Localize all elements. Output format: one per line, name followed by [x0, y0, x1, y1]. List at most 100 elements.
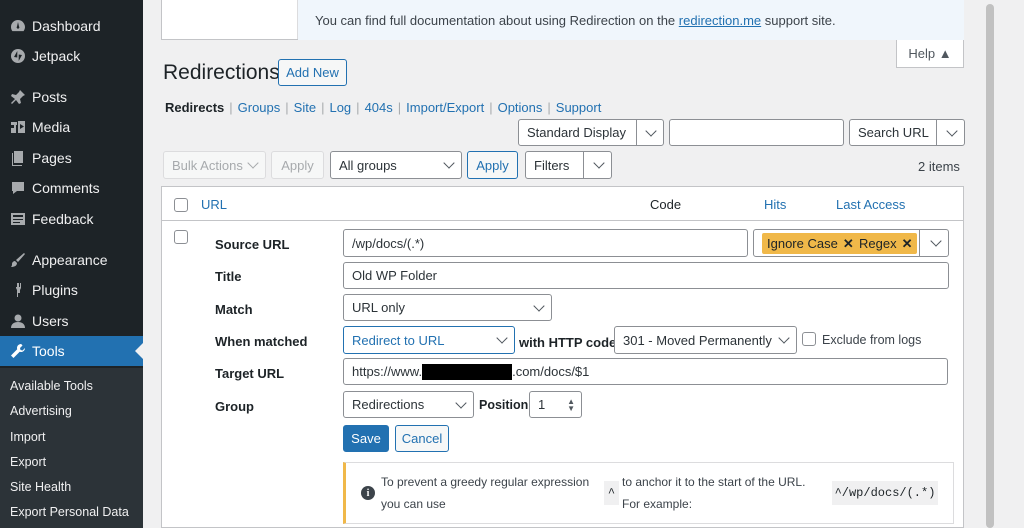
- subnav-support[interactable]: Support: [556, 100, 602, 115]
- match-select-value: URL only: [352, 300, 405, 315]
- active-indicator: [135, 343, 143, 359]
- bulk-actions-select[interactable]: Bulk Actions: [163, 151, 266, 179]
- add-new-button[interactable]: Add New: [278, 59, 347, 86]
- sidebar-item-label: Pages: [32, 150, 72, 166]
- row-checkbox[interactable]: [174, 230, 188, 244]
- groups-select[interactable]: All groups: [330, 151, 462, 179]
- submenu-available-tools[interactable]: Available Tools: [10, 379, 93, 393]
- submenu-export[interactable]: Export: [10, 455, 46, 469]
- column-hits[interactable]: Hits: [764, 197, 786, 212]
- chevron-down-icon: [533, 299, 545, 312]
- chevron-down-icon: [247, 157, 259, 169]
- title-label: Title: [215, 269, 242, 284]
- target-url-label: Target URL: [215, 366, 285, 381]
- sidebar-item-media[interactable]: Media: [0, 112, 143, 142]
- sidebar-item-label: Plugins: [32, 282, 78, 298]
- sidebar-item-dashboard[interactable]: Dashboard: [0, 11, 143, 41]
- source-flags-select[interactable]: Ignore Case ✕ Regex ✕: [753, 229, 949, 257]
- match-select[interactable]: URL only: [343, 294, 552, 321]
- stepper-icon[interactable]: ▲ ▼: [567, 398, 575, 413]
- redirection-me-link[interactable]: redirection.me: [679, 13, 761, 28]
- tip-text-part2: to anchor it to the start of the URL. Fo…: [622, 471, 805, 515]
- cancel-button[interactable]: Cancel: [395, 425, 449, 452]
- notice-logo-area: [162, 0, 298, 39]
- notice-prefix: You can find full documentation about us…: [315, 13, 679, 28]
- submenu-import[interactable]: Import: [10, 430, 45, 444]
- sidebar-item-plugins[interactable]: Plugins: [0, 275, 143, 305]
- submenu-export-personal-data[interactable]: Export Personal Data: [10, 505, 129, 519]
- tools-submenu: Available Tools Advertising Import Expor…: [0, 368, 143, 528]
- target-url-input[interactable]: https://www. .com/docs/$1: [343, 358, 948, 385]
- subnav-groups[interactable]: Groups: [238, 100, 281, 115]
- when-matched-select[interactable]: Redirect to URL: [343, 326, 515, 354]
- http-code-select[interactable]: 301 - Moved Permanently: [614, 326, 797, 354]
- redacted-domain: [422, 363, 513, 380]
- comment-icon: [8, 180, 28, 196]
- submenu-advertising[interactable]: Advertising: [10, 404, 72, 418]
- tip-line: For example:: [622, 497, 693, 511]
- search-input[interactable]: [669, 119, 844, 146]
- page-title: Redirections: [163, 61, 280, 84]
- sidebar-item-comments[interactable]: Comments: [0, 173, 143, 203]
- chevron-down-icon: [946, 124, 958, 137]
- search-url-button[interactable]: Search URL: [849, 119, 965, 146]
- jetpack-icon: [8, 48, 28, 64]
- tag-regex: Regex ✕: [854, 233, 918, 254]
- info-icon: i: [361, 486, 375, 500]
- regex-tip-box: i To prevent a greedy regular expression…: [343, 462, 954, 524]
- http-code-value: 301 - Moved Permanently: [623, 332, 772, 348]
- position-input[interactable]: 1 ▲ ▼: [529, 391, 582, 418]
- target-url-prefix: https://www.: [352, 364, 423, 379]
- pages-icon: [8, 150, 28, 166]
- sidebar-item-feedback[interactable]: Feedback: [0, 204, 143, 234]
- sidebar-item-label: Appearance: [32, 252, 108, 268]
- column-last-access[interactable]: Last Access: [836, 197, 905, 212]
- filters-select[interactable]: Filters: [525, 151, 612, 179]
- sidebar-item-label: Tools: [32, 343, 65, 359]
- filter-apply-button[interactable]: Apply: [467, 151, 518, 179]
- wrench-icon: [8, 343, 28, 359]
- sidebar-item-jetpack[interactable]: Jetpack: [0, 41, 143, 71]
- select-all-checkbox[interactable]: [174, 198, 188, 212]
- exclude-logs-checkbox[interactable]: [802, 332, 816, 346]
- caret-code: ^: [604, 481, 619, 505]
- sidebar-item-tools[interactable]: Tools: [0, 336, 143, 366]
- media-icon: [8, 119, 28, 135]
- subnav-redirects[interactable]: Redirects: [165, 100, 224, 115]
- sidebar-item-label: Media: [32, 119, 71, 135]
- sidebar-item-pages[interactable]: Pages: [0, 143, 143, 173]
- remove-tag-icon[interactable]: ✕: [843, 236, 854, 252]
- filters-select-value: Filters: [534, 157, 570, 173]
- subnav-log[interactable]: Log: [329, 100, 351, 115]
- sidebar-item-appearance[interactable]: Appearance: [0, 245, 143, 275]
- subnav-404s[interactable]: 404s: [365, 100, 393, 115]
- help-tab[interactable]: Help ▲: [896, 40, 964, 68]
- sidebar-item-posts[interactable]: Posts: [0, 82, 143, 112]
- sidebar-item-users[interactable]: Users: [0, 306, 143, 336]
- tip-line: To prevent a greedy regular expression: [381, 475, 590, 489]
- submenu-site-health[interactable]: Site Health: [10, 480, 71, 494]
- sidebar-item-label: Dashboard: [32, 18, 101, 34]
- with-http-code-label: with HTTP code: [519, 335, 617, 350]
- column-url[interactable]: URL: [201, 197, 227, 212]
- scrollbar-thumb[interactable]: [986, 4, 994, 528]
- save-button[interactable]: Save: [343, 425, 389, 452]
- redirects-table: URL Code Hits Last Access Source URL /wp…: [161, 186, 964, 528]
- when-matched-label: When matched: [215, 334, 308, 349]
- subnav-options[interactable]: Options: [498, 100, 543, 115]
- tip-line: you can use: [381, 497, 446, 511]
- plugin-icon: [8, 282, 28, 298]
- display-select[interactable]: Standard Display: [518, 119, 664, 146]
- search-url-label: Search URL: [858, 125, 929, 140]
- subnav-site[interactable]: Site: [294, 100, 316, 115]
- title-input[interactable]: Old WP Folder: [343, 262, 949, 289]
- remove-tag-icon[interactable]: ✕: [902, 236, 913, 252]
- source-url-input[interactable]: /wp/docs/(.*): [343, 229, 748, 257]
- subnav-import-export[interactable]: Import/Export: [406, 100, 484, 115]
- tag-ignore-case: Ignore Case ✕: [762, 233, 859, 254]
- item-count: 2 items: [918, 159, 960, 174]
- sidebar-item-label: Users: [32, 313, 69, 329]
- tag-label: Ignore Case: [767, 236, 838, 251]
- group-select[interactable]: Redirections: [343, 391, 474, 418]
- bulk-apply-button[interactable]: Apply: [271, 151, 324, 179]
